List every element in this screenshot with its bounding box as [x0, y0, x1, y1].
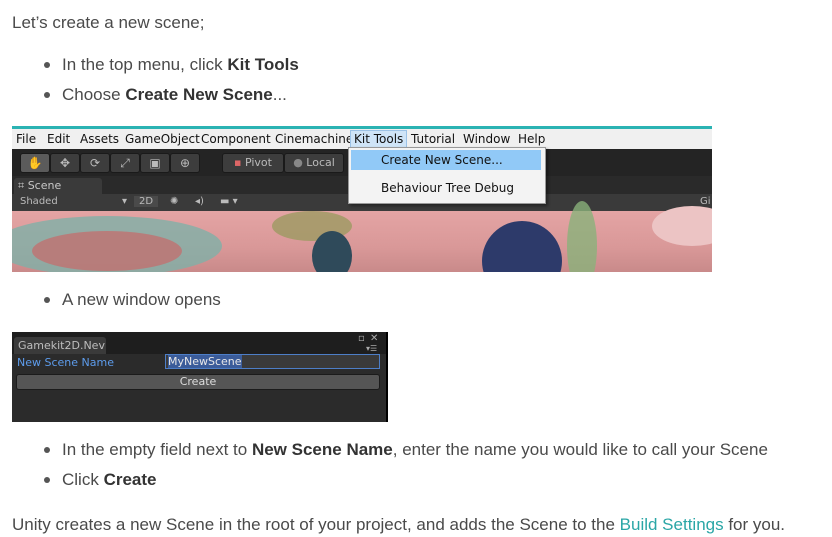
close-icon[interactable]: ✕	[370, 333, 378, 344]
step-window-opens: A new window opens	[44, 290, 221, 310]
step-choose-create-new-scene: Choose Create New Scene...	[44, 85, 287, 105]
lighting-icon[interactable]: ✺	[170, 196, 178, 207]
menu-kit-tools[interactable]: Kit Tools	[350, 130, 408, 148]
create-button[interactable]: Create	[16, 374, 380, 390]
kit-tools-dropdown: Create New Scene... Behaviour Tree Debug	[348, 147, 546, 204]
step-enter-name: In the empty field next to New Scene Nam…	[44, 440, 768, 460]
step-click-kit-tools: In the top menu, click Kit Tools	[44, 55, 299, 75]
transform-tool-icon[interactable]: ⊕	[170, 153, 200, 173]
shading-dropdown[interactable]: Shaded	[20, 196, 58, 207]
scene-shape	[312, 231, 352, 272]
scene-shape	[652, 206, 712, 246]
audio-icon[interactable]: ◂)	[195, 196, 204, 207]
menu-tutorial[interactable]: Tutorial	[411, 132, 455, 146]
menu-file[interactable]: File	[16, 132, 36, 146]
hand-tool-icon[interactable]: ✋	[20, 153, 50, 173]
menu-window[interactable]: Window	[463, 132, 510, 146]
rect-tool-icon[interactable]: ▣	[140, 153, 170, 173]
menu-assets[interactable]: Assets	[80, 132, 119, 146]
window-tab-row: Gamekit2D.Nev ▫ ✕ ▾☰	[12, 332, 386, 354]
unity-menu-screenshot: File Edit Assets GameObject Component Ci…	[12, 126, 712, 272]
new-scene-name-label: New Scene Name	[17, 356, 114, 369]
window-tab[interactable]: Gamekit2D.Nev	[14, 337, 106, 354]
gizmos-dropdown[interactable]: Gi	[700, 196, 711, 207]
scene-shape	[32, 231, 182, 271]
move-tool-icon[interactable]: ✥	[50, 153, 80, 173]
maximize-icon[interactable]: ▫	[358, 333, 365, 344]
menu-edit[interactable]: Edit	[47, 132, 70, 146]
gamekit-window-screenshot: Gamekit2D.Nev ▫ ✕ ▾☰ New Scene Name MyNe…	[12, 332, 388, 422]
new-scene-name-field[interactable]: MyNewScene	[165, 354, 380, 369]
scene-shape	[567, 201, 597, 272]
scene-shape	[482, 221, 562, 272]
rotate-tool-icon[interactable]: ⟳	[80, 153, 110, 173]
create-new-scene-item[interactable]: Create New Scene...	[351, 150, 541, 170]
menu-help[interactable]: Help	[518, 132, 545, 146]
effects-icon[interactable]: ▬ ▾	[220, 196, 238, 207]
pivot-toggle[interactable]: ▪ Pivot	[222, 153, 284, 173]
mode-2d-toggle[interactable]: 2D	[134, 196, 159, 207]
local-toggle[interactable]: ● Local	[284, 153, 344, 173]
menu-icon[interactable]: ▾☰	[366, 344, 377, 353]
unity-menubar: File Edit Assets GameObject Component Ci…	[12, 129, 712, 149]
chevron-down-icon: ▾	[122, 196, 128, 207]
outro-text: Unity creates a new Scene in the root of…	[12, 515, 786, 534]
step-click-create: Click Create	[44, 470, 156, 490]
menu-component[interactable]: Component	[201, 132, 271, 146]
scene-view	[12, 201, 712, 272]
scene-tab[interactable]: ⌗ Scene	[14, 178, 102, 194]
menu-cinemachine[interactable]: Cinemachine	[275, 132, 353, 146]
intro-text: Let’s create a new scene;	[12, 13, 205, 32]
build-settings-link[interactable]: Build Settings	[620, 515, 724, 534]
scale-tool-icon[interactable]: ⤢	[110, 153, 140, 173]
menu-gameobject[interactable]: GameObject	[125, 132, 200, 146]
behaviour-tree-debug-item[interactable]: Behaviour Tree Debug	[351, 178, 541, 198]
